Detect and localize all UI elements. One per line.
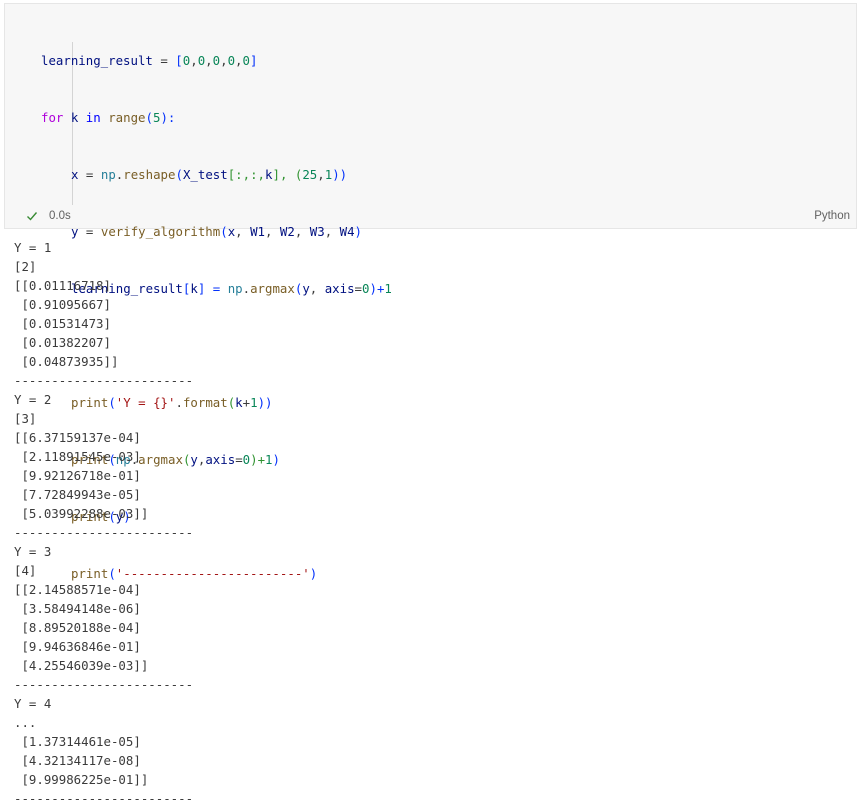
output-line: [4.32134117e-08]: [14, 753, 141, 768]
output-line: ------------------------: [14, 373, 194, 388]
check-icon: [27, 212, 38, 221]
code-token: (: [175, 167, 183, 182]
output-line: ------------------------: [14, 525, 194, 540]
code-token: 25: [302, 167, 318, 182]
output-line: [5.03992288e-03]]: [14, 506, 149, 521]
code-token: 0: [212, 53, 221, 68]
code-cell[interactable]: learning_result = [0,0,0,0,0] for k in r…: [4, 3, 857, 581]
output-line: Y = 4: [14, 696, 52, 711]
output-line: Y = 3: [14, 544, 52, 559]
cell-output: Y = 1 [2] [[0.01116718] [0.91095667] [0.01…: [14, 238, 854, 804]
output-line: ...: [14, 715, 37, 730]
output-line: [8.89520188e-04]: [14, 620, 141, 635]
cell-status-bar: 0.0s Python: [5, 206, 856, 228]
output-line: ------------------------: [14, 791, 194, 804]
output-line: [[6.37159137e-04]: [14, 430, 141, 445]
language-selector[interactable]: Python: [814, 210, 850, 222]
output-line: [7.72849943e-05]: [14, 487, 141, 502]
output-line: [0.04873935]]: [14, 354, 119, 369]
code-token: ],: [272, 167, 295, 182]
code-token: X_test: [182, 167, 228, 182]
output-line: [9.94636846e-01]: [14, 639, 141, 654]
output-line: [3.58494148e-06]: [14, 601, 141, 616]
output-line: [9.99986225e-01]]: [14, 772, 149, 787]
output-line: ------------------------: [14, 677, 194, 692]
output-line: [[0.01116718]: [14, 278, 111, 293]
output-line: [[2.14588571e-04]: [14, 582, 141, 597]
output-line: [0.01531473]: [14, 316, 111, 331]
execution-time: 0.0s: [49, 210, 71, 222]
code-token: 0: [242, 53, 250, 68]
code-token: np: [100, 167, 116, 182]
code-line-2: for k in range(5):: [5, 108, 856, 127]
code-token: =: [78, 167, 101, 182]
output-line: Y = 2: [14, 392, 52, 407]
code-token: ):: [160, 110, 176, 125]
code-token: )): [332, 167, 348, 182]
output-line: [3]: [14, 411, 37, 426]
output-line: [0.91095667]: [14, 297, 111, 312]
code-token: for: [41, 110, 64, 125]
code-token: ,: [205, 53, 213, 68]
code-line-1: learning_result = [0,0,0,0,0]: [5, 51, 856, 70]
output-line: [0.01382207]: [14, 335, 111, 350]
output-line: [2.11891545e-03]: [14, 449, 141, 464]
code-token: ]: [249, 53, 258, 68]
code-token: =: [152, 53, 176, 68]
code-token: ,: [317, 167, 325, 182]
output-line: [1.37314461e-05]: [14, 734, 141, 749]
code-token: 0: [227, 53, 236, 68]
code-token: (: [145, 110, 153, 125]
code-token: learning_result: [41, 53, 153, 68]
code-line-3: x = np.reshape(X_test[:,:,k], (25,1)): [5, 165, 856, 184]
code-token: in: [85, 110, 101, 125]
output-line: [9.92126718e-01]: [14, 468, 141, 483]
output-line: [4.25546039e-03]]: [14, 658, 149, 673]
output-line: [2]: [14, 259, 37, 274]
code-token: [:,:,: [227, 167, 266, 182]
code-token: ,: [235, 53, 243, 68]
code-token: ,: [220, 53, 228, 68]
output-line: Y = 1: [14, 240, 52, 255]
code-token: range: [108, 110, 146, 125]
code-token: ,: [190, 53, 198, 68]
code-token: [: [175, 53, 183, 68]
output-line: [4]: [14, 563, 37, 578]
code-token: reshape: [123, 167, 176, 182]
